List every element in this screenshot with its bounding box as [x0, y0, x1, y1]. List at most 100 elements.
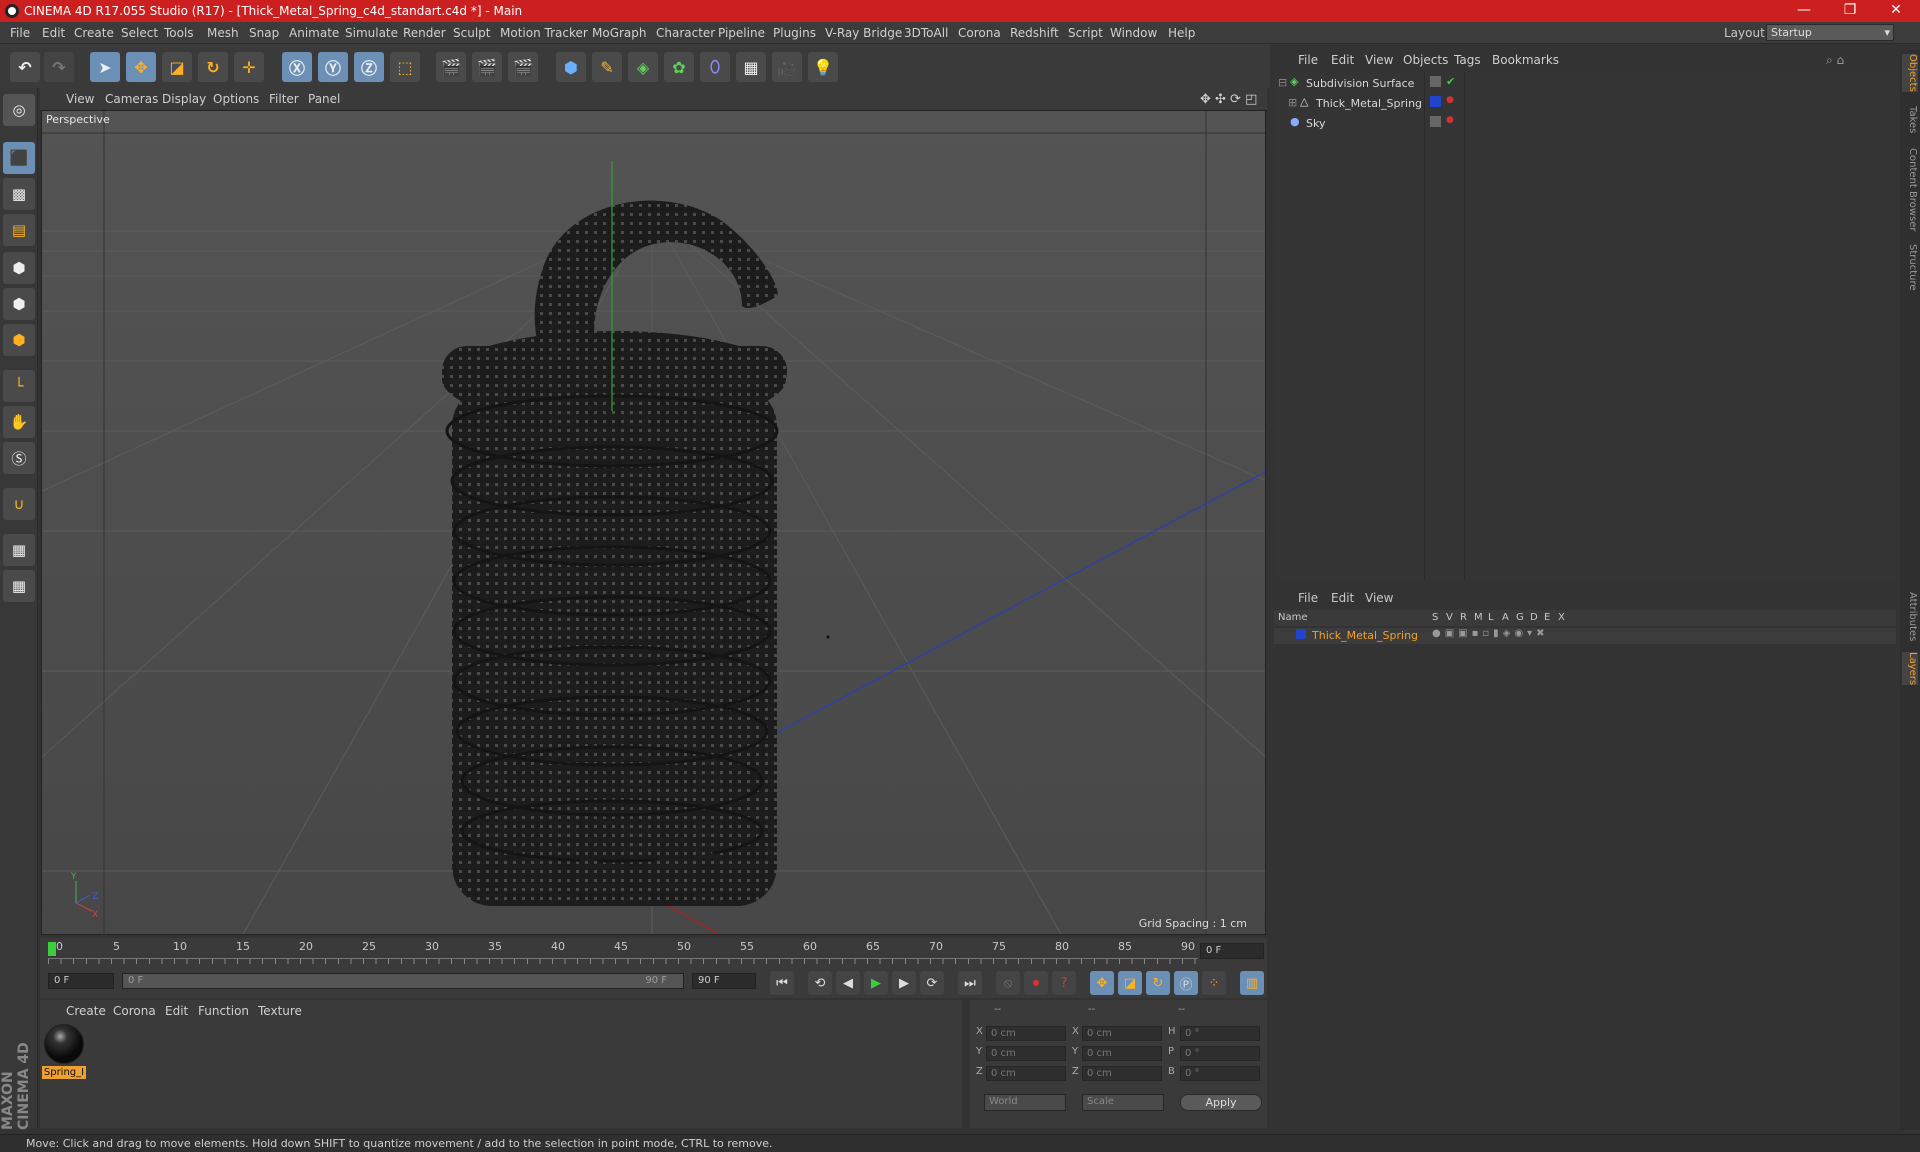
magnet-icon[interactable]: ∪ [3, 488, 35, 520]
menu-help[interactable]: Help [1168, 26, 1195, 40]
menu-snap[interactable]: Snap [249, 26, 279, 40]
layer-dot-icon[interactable]: ● [1446, 95, 1454, 105]
planar-workplane-icon[interactable]: ▦ [3, 570, 35, 602]
layer-color-swatch[interactable] [1296, 629, 1306, 639]
render-view-icon[interactable]: 🎬 [436, 52, 466, 82]
y-axis-icon[interactable]: Ⓨ [318, 52, 348, 82]
timeline-playhead[interactable] [48, 942, 56, 956]
current-frame-field[interactable]: 0 F [1200, 943, 1264, 959]
render-picture-viewer-icon[interactable]: 🎬 [472, 52, 502, 82]
menu-character[interactable]: Character [656, 26, 715, 40]
material-menu-create[interactable]: Create [66, 1004, 106, 1018]
menu-mesh[interactable]: Mesh [207, 26, 239, 40]
visibility-toggle-icon[interactable] [1430, 76, 1441, 87]
layer-row[interactable]: Thick_Metal_Spring ●▣▣▪▫▮◈◉▾✖ [1274, 628, 1896, 644]
undo-icon[interactable]: ↶ [10, 52, 40, 82]
object-menu-tags[interactable]: Tags [1454, 53, 1481, 67]
tab-layers[interactable]: Layers [1902, 652, 1918, 686]
menu-3dtoall[interactable]: 3DToAll [904, 26, 948, 40]
select-arrow-icon[interactable]: ➤ [90, 52, 120, 82]
object-menu-bookmarks[interactable]: Bookmarks [1492, 53, 1559, 67]
menu-sculpt[interactable]: Sculpt [453, 26, 490, 40]
position-z-field[interactable]: 0 cm [986, 1066, 1066, 1081]
move-tool-icon[interactable]: ✥ [126, 52, 156, 82]
viewport-menu-panel[interactable]: Panel [308, 92, 340, 106]
object-menu-edit[interactable]: Edit [1331, 53, 1354, 67]
coordinate-mode-select[interactable]: Scale [1082, 1094, 1164, 1111]
cube-object-icon[interactable]: ⬢ [556, 52, 586, 82]
edges-mode-icon[interactable]: ⬢ [3, 288, 35, 320]
layer-menu-file[interactable]: File [1298, 591, 1318, 605]
layer-color-tag[interactable] [1430, 96, 1441, 107]
camera-icon[interactable]: 🎥 [772, 52, 802, 82]
rotation-h-field[interactable]: 0 ° [1180, 1026, 1260, 1041]
object-row-sky[interactable]: ● Sky ● [1274, 114, 1896, 133]
scale-tool-icon[interactable]: ◪ [162, 52, 192, 82]
menu-edit[interactable]: Edit [42, 26, 65, 40]
menu-tools[interactable]: Tools [164, 26, 194, 40]
viewport-3d[interactable]: Y ZX Perspective Grid Spacing : 1 cm [41, 110, 1266, 935]
menu-redshift[interactable]: Redshift [1010, 26, 1059, 40]
menu-animate[interactable]: Animate [289, 26, 339, 40]
viewport-menu-display[interactable]: Display [162, 92, 206, 106]
tweak-mode-icon[interactable]: ✋ [3, 406, 35, 438]
key-rotation-icon[interactable]: ↻ [1146, 971, 1170, 995]
make-editable-icon[interactable]: ◎ [3, 94, 35, 126]
rotate-tool-icon[interactable]: ↻ [198, 52, 228, 82]
light-icon[interactable]: 💡 [808, 52, 838, 82]
position-y-field[interactable]: 0 cm [986, 1046, 1066, 1061]
transform-tool-icon[interactable]: ✛ [234, 52, 264, 82]
maximize-button[interactable]: ❐ [1830, 2, 1870, 18]
minimize-button[interactable]: — [1784, 2, 1824, 18]
material-swatch[interactable]: Spring_I [42, 1024, 86, 1080]
key-pla-icon[interactable]: ⁘ [1202, 971, 1226, 995]
previous-key-icon[interactable]: ⟲ [808, 971, 832, 995]
z-axis-icon[interactable]: Ⓩ [354, 52, 384, 82]
snap-icon[interactable]: Ⓢ [3, 442, 35, 474]
viewport-navigation-icon[interactable]: ✥ ✣ ⟳ ◰ [1200, 92, 1257, 107]
key-parameter-icon[interactable]: Ⓟ [1174, 971, 1198, 995]
record-keys-icon[interactable]: ⦸ [996, 971, 1020, 995]
tab-attributes[interactable]: Attributes [1902, 592, 1918, 641]
end-frame-field[interactable]: 90 F [692, 973, 756, 989]
object-row-thick-metal-spring[interactable]: ⊞ △ Thick_Metal_Spring ● [1274, 94, 1896, 113]
visibility-toggle-icon[interactable] [1430, 116, 1441, 127]
go-to-end-icon[interactable]: ⏭ [958, 971, 982, 995]
key-position-icon[interactable]: ✥ [1090, 971, 1114, 995]
close-button[interactable]: ✕ [1876, 2, 1916, 18]
frame-range-slider[interactable]: 0 F 90 F [122, 973, 684, 989]
position-x-field[interactable]: 0 cm [986, 1026, 1066, 1041]
menu-corona[interactable]: Corona [958, 26, 1001, 40]
key-scale-icon[interactable]: ◪ [1118, 971, 1142, 995]
layout-select[interactable]: Startup [1766, 24, 1894, 41]
menu-window[interactable]: Window [1110, 26, 1157, 40]
viewport-menu-view[interactable]: View [66, 92, 94, 106]
coordinate-system-icon[interactable]: ⬚ [390, 52, 420, 82]
previous-frame-icon[interactable]: ◀ [836, 971, 860, 995]
expand-icon[interactable]: ⊞ [1288, 96, 1297, 109]
layer-menu-view[interactable]: View [1365, 591, 1393, 605]
x-axis-icon[interactable]: Ⓧ [282, 52, 312, 82]
auto-keying-icon[interactable]: ⏺ [1024, 971, 1048, 995]
menu-simulate[interactable]: Simulate [345, 26, 398, 40]
play-icon[interactable]: ▶ [864, 971, 888, 995]
start-frame-field[interactable]: 0 F [48, 973, 114, 989]
deformer-icon[interactable]: ⬯ [700, 52, 730, 82]
tab-objects[interactable]: Objects [1902, 54, 1918, 92]
menu-create[interactable]: Create [74, 26, 114, 40]
polygons-mode-icon[interactable]: ⬢ [3, 324, 35, 356]
layer-toggles-icon[interactable]: ●▣▣▪▫▮◈◉▾✖ [1432, 628, 1549, 639]
layer-dot-icon[interactable]: ● [1446, 115, 1454, 125]
viewport-menu-cameras[interactable]: Cameras [105, 92, 158, 106]
menu-mograph[interactable]: MoGraph [592, 26, 647, 40]
expand-icon[interactable]: ⊟ [1278, 76, 1287, 89]
apply-button[interactable]: Apply [1180, 1094, 1262, 1111]
array-icon[interactable]: ✿ [664, 52, 694, 82]
lock-workplane-icon[interactable]: ▦ [3, 534, 35, 566]
menu-motion-tracker[interactable]: Motion Tracker [500, 26, 588, 40]
workplane-icon[interactable]: ▤ [3, 214, 35, 246]
object-menu-view[interactable]: View [1365, 53, 1393, 67]
floor-icon[interactable]: ▦ [736, 52, 766, 82]
material-menu-corona[interactable]: Corona [113, 1004, 156, 1018]
render-settings-icon[interactable]: 🎬 [508, 52, 538, 82]
